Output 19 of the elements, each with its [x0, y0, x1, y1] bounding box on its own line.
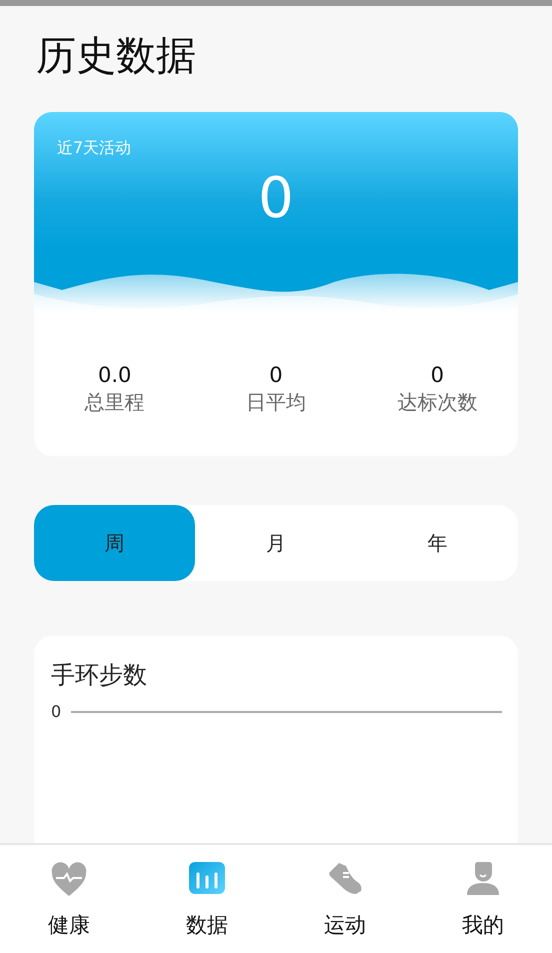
axis-label: 0	[51, 702, 62, 721]
stat-value: 0.0	[98, 362, 132, 388]
nav-item[interactable]: 数据	[138, 845, 276, 953]
steps-title: 手环步数	[51, 660, 148, 690]
period-tab[interactable]: 周	[34, 505, 196, 581]
page-title: 历史数据	[35, 32, 197, 80]
stat-value: 0	[430, 362, 444, 388]
stat-label: 达标次数	[397, 389, 478, 416]
stat-value: 0	[269, 362, 283, 388]
nav-item[interactable]: 运动	[276, 845, 414, 953]
period-tab[interactable]: 年	[356, 505, 518, 581]
summary-label: 近7天活动	[57, 138, 132, 159]
period-tab[interactable]: 月	[195, 505, 357, 581]
stat-label: 日平均	[246, 389, 306, 416]
nav-item[interactable]: 我的	[414, 845, 552, 953]
summary-value: 0	[258, 169, 294, 229]
nav-item[interactable]: 健康	[0, 845, 138, 953]
heart-pulse-icon	[50, 861, 88, 899]
stat-label: 总里程	[84, 389, 145, 416]
